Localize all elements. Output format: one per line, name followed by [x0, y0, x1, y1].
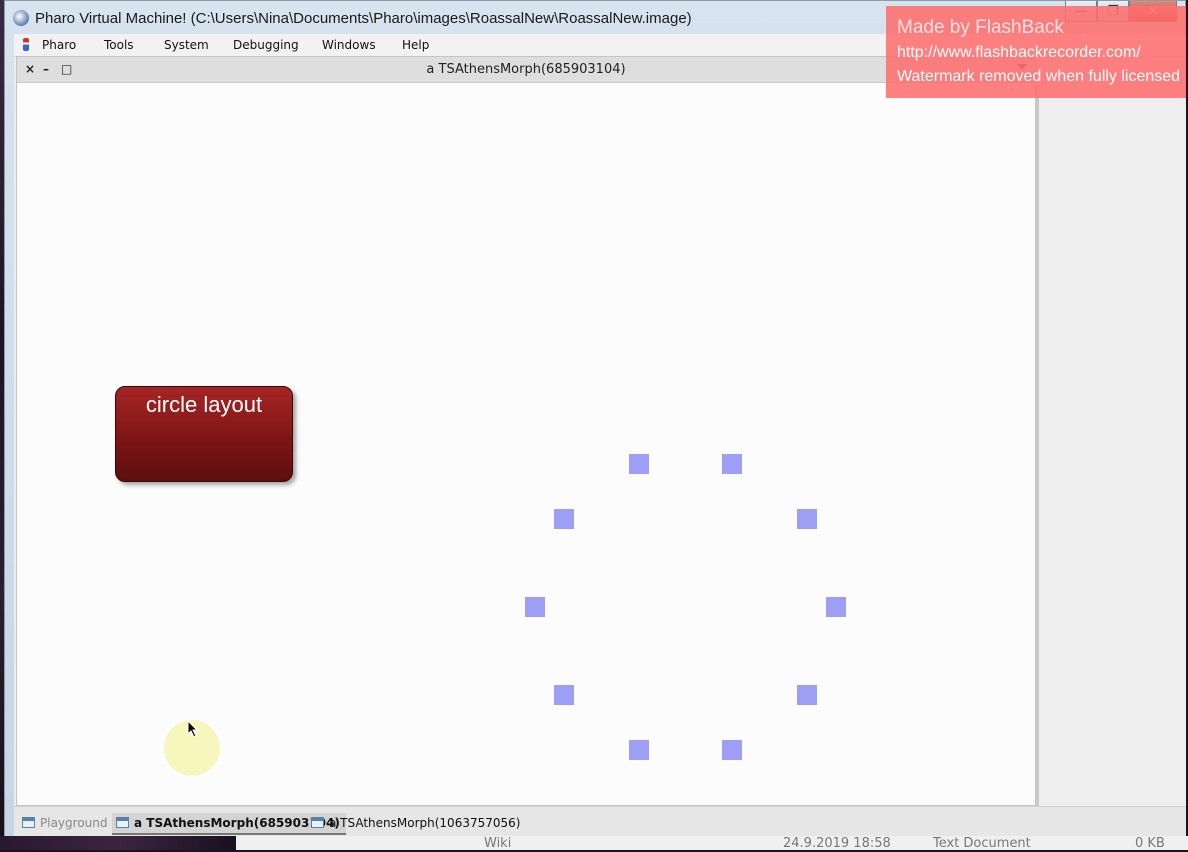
circle-node[interactable] — [629, 740, 649, 760]
menu-windows[interactable]: Windows — [322, 38, 376, 52]
pharo-logo-icon — [23, 38, 29, 51]
circle-node[interactable] — [722, 740, 742, 760]
window-title: a TSAthensMorph(685903104) — [426, 62, 626, 77]
menu-tools[interactable]: Tools — [104, 38, 134, 52]
circle-node[interactable] — [629, 454, 649, 474]
pharo-taskbar: Playground a TSAthensMorph(685903104) a … — [14, 806, 1186, 838]
circle-node[interactable] — [554, 685, 574, 705]
mouse-cursor-icon — [187, 720, 199, 738]
side-panel — [1036, 86, 1186, 806]
window-titlebar[interactable]: × – □ a TSAthensMorph(685903104) — [17, 57, 1035, 83]
window-icon — [311, 817, 324, 828]
watermark-url: http://www.flashbackrecorder.com/ — [897, 44, 1141, 61]
circle-node[interactable] — [722, 454, 742, 474]
circle-node[interactable] — [797, 685, 817, 705]
window-icon — [22, 817, 35, 828]
roassal-canvas[interactable]: circle layout — [17, 83, 1035, 805]
taskbar-item-playground[interactable]: Playground — [18, 813, 113, 833]
os-window: Pharo Virtual Machine! (C:\Users\Nina\Do… — [4, 0, 1186, 838]
taskbar-item-label: Playground — [40, 816, 108, 830]
desktop-strip — [0, 836, 236, 850]
pharo-vm-icon — [13, 10, 29, 26]
menu-debugging[interactable]: Debugging — [233, 38, 299, 52]
taskbar-item-tsathens-1063757056[interactable]: a TSAthensMorph(1063757056) — [307, 813, 526, 833]
pharo-world: Pharo Tools System Debugging Windows Hel… — [14, 34, 1186, 838]
menu-system[interactable]: System — [164, 38, 209, 52]
menu-pharo[interactable]: Pharo — [42, 38, 76, 52]
circle-node[interactable] — [525, 597, 545, 617]
background-explorer-row: Wiki 24.9.2019 18:58 Text Document 0 KB — [0, 836, 1188, 851]
circle-node[interactable] — [797, 509, 817, 529]
tsathens-window: × – □ a TSAthensMorph(685903104) circle … — [16, 56, 1036, 806]
os-window-title: Pharo Virtual Machine! (C:\Users\Nina\Do… — [35, 10, 692, 27]
watermark-title: Made by FlashBack — [897, 17, 1064, 38]
window-icon — [116, 817, 129, 828]
taskbar-item-label: a TSAthensMorph(1063757056) — [329, 816, 521, 830]
menu-help[interactable]: Help — [402, 38, 429, 52]
circle-node[interactable] — [554, 509, 574, 529]
flashback-watermark: Made by FlashBack http://www.flashbackre… — [886, 6, 1186, 98]
circle-node[interactable] — [826, 597, 846, 617]
watermark-note: Watermark removed when fully licensed — [897, 68, 1181, 85]
circle-layout-button[interactable]: circle layout — [115, 386, 293, 482]
